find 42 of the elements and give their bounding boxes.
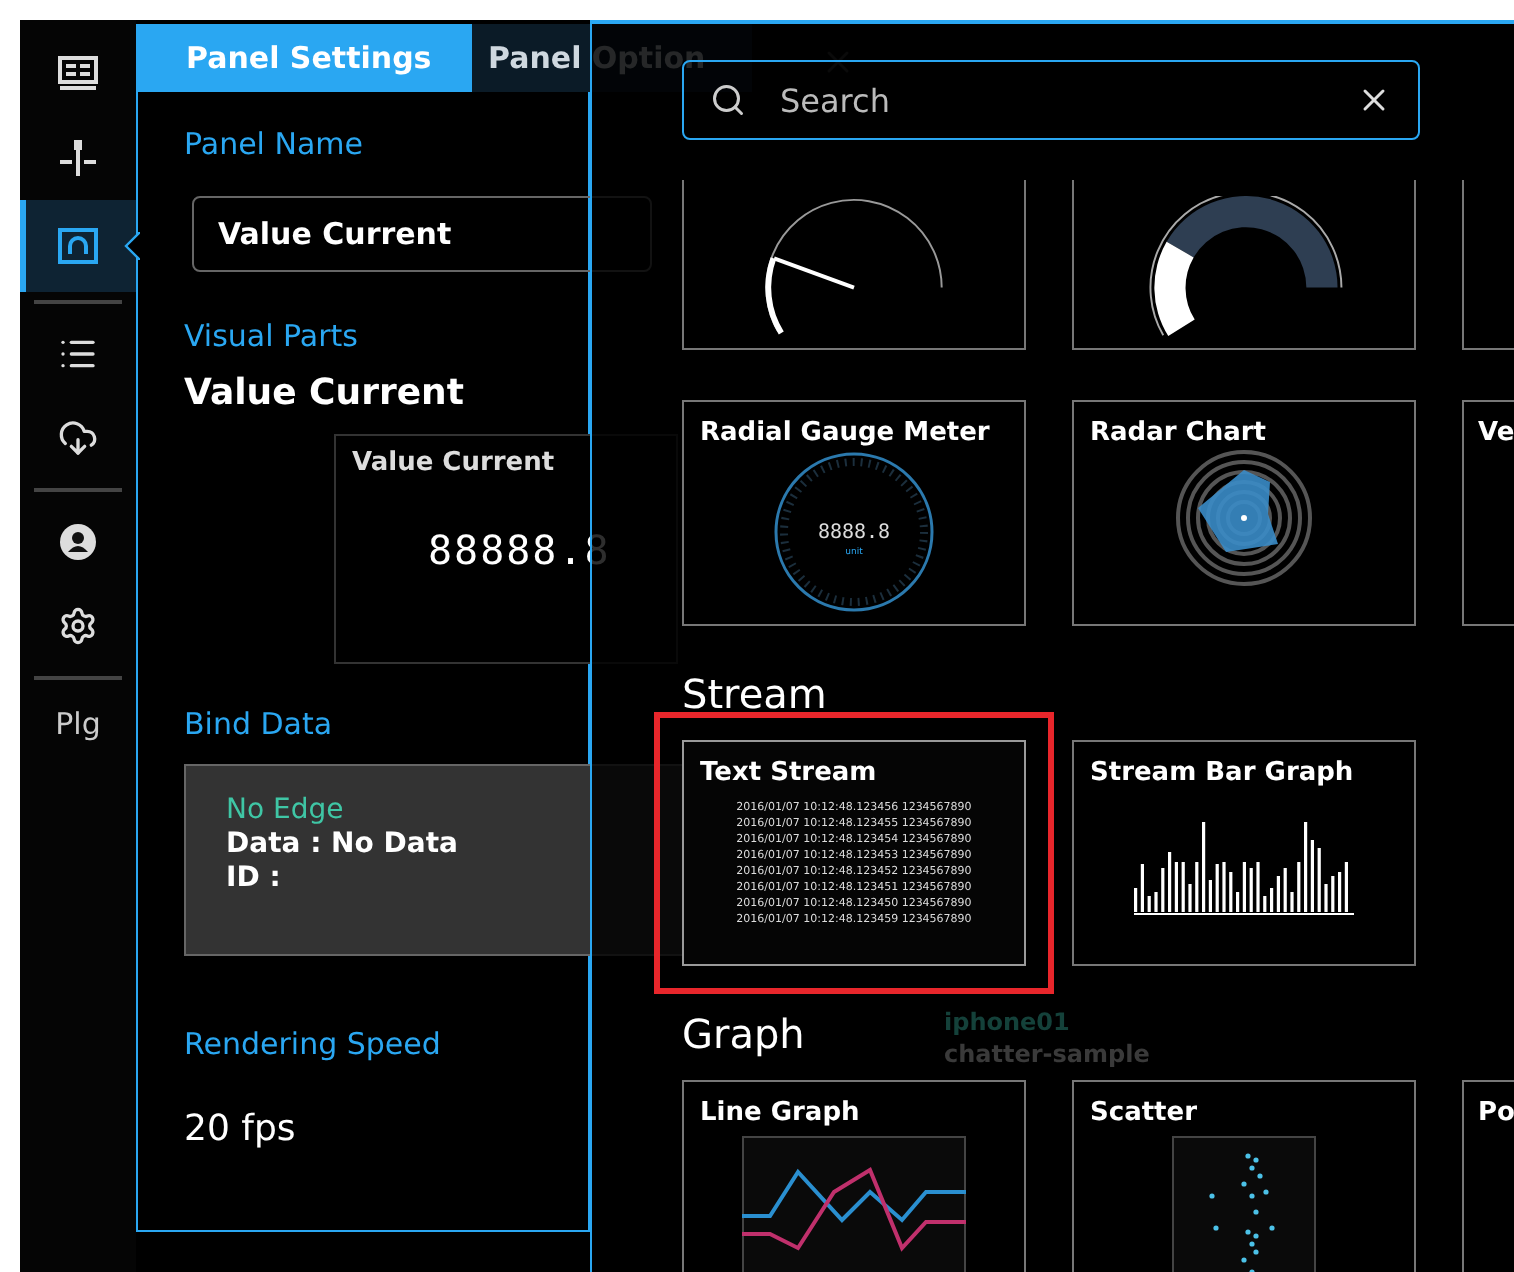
edge-status: No Edge xyxy=(226,794,346,826)
scatter-plot-drawing xyxy=(1172,1136,1316,1272)
rendering-speed-value: 20 fps xyxy=(184,1108,298,1150)
cloud-download-icon xyxy=(58,418,98,458)
field-label: Visual Parts xyxy=(184,316,360,356)
card-title: Radial Gauge Meter xyxy=(700,418,992,448)
gauge-icon xyxy=(58,228,98,264)
user-icon xyxy=(58,522,98,562)
section-heading: Graph xyxy=(682,1010,805,1058)
dashboard-icon xyxy=(58,56,98,92)
card-title: Ve xyxy=(1478,418,1514,448)
radar-chart-drawing xyxy=(1174,448,1314,588)
part-card[interactable]: Stream Bar Graph xyxy=(1072,740,1416,966)
search-field[interactable]: Search xyxy=(682,60,1420,140)
field-label: Bind Data xyxy=(184,704,335,744)
card-title: Scatter xyxy=(1090,1098,1199,1128)
visual-part-name: Value Current xyxy=(184,372,466,414)
sidebar-item[interactable] xyxy=(20,200,136,292)
sidebar-item[interactable]: Plg xyxy=(20,688,136,760)
background-text: chatter-sample xyxy=(944,1040,1150,1068)
part-card[interactable]: Scatter xyxy=(1072,1080,1416,1272)
preview-title: Value Current xyxy=(352,448,557,478)
network-node-icon xyxy=(58,138,98,178)
part-card[interactable]: Radar Chart xyxy=(1072,400,1416,626)
settings-icon xyxy=(58,606,98,646)
part-card[interactable] xyxy=(1072,180,1416,350)
part-card[interactable]: Ve xyxy=(1462,400,1514,626)
part-card[interactable]: Line Graph xyxy=(682,1080,1026,1272)
card-title: Stream Bar Graph xyxy=(1090,758,1356,788)
background-text: iphone01 xyxy=(944,1008,1072,1036)
card-title: Radar Chart xyxy=(1090,418,1268,448)
card-title: Po xyxy=(1478,1098,1514,1128)
part-card[interactable] xyxy=(682,740,1026,966)
section-heading: Stream xyxy=(682,670,827,718)
card-title: Line Graph xyxy=(700,1098,862,1128)
field-label: Panel Name xyxy=(184,124,365,164)
field-label: Rendering Speed xyxy=(184,1024,443,1064)
part-card[interactable]: Po xyxy=(1462,1080,1514,1272)
id-text: ID : xyxy=(226,862,283,894)
card-title: Text Stream xyxy=(700,758,879,788)
data-text: Data : No Data xyxy=(226,828,460,860)
search-icon xyxy=(710,82,746,118)
